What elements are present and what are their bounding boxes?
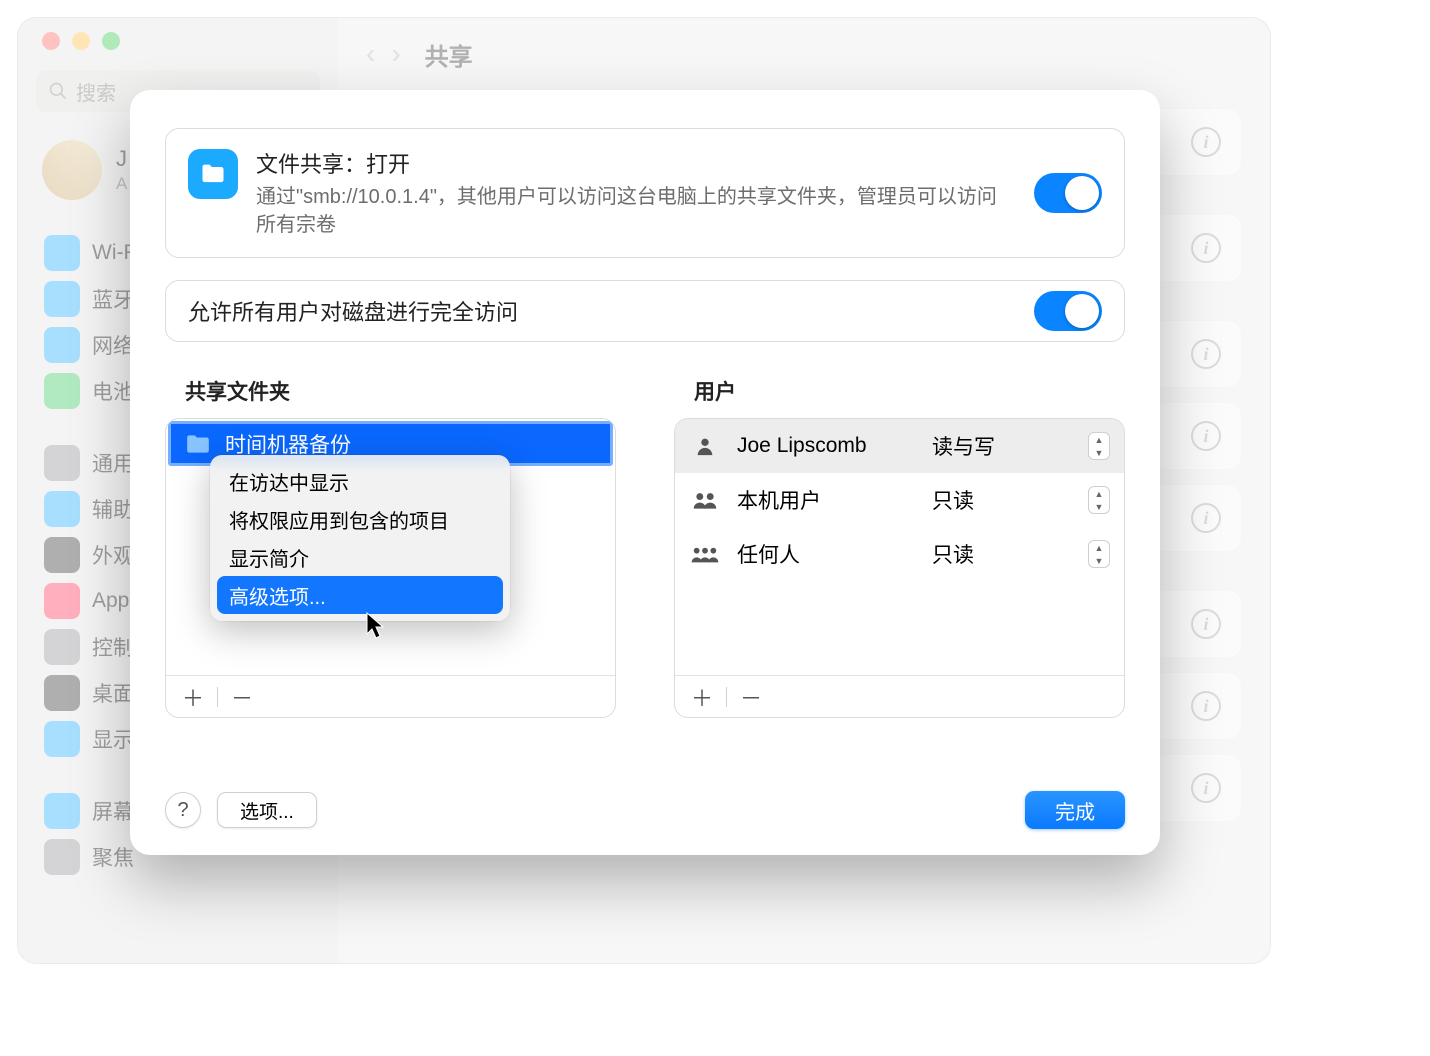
shared-folders-toolbar: ＋ －	[166, 675, 615, 717]
user-permission: 只读	[932, 539, 1072, 569]
remove-user-button[interactable]: －	[734, 682, 768, 712]
folder-share-icon	[188, 149, 238, 199]
user-icon	[689, 490, 721, 510]
user-row[interactable]: Joe Lipscomb 读与写 ▲▼	[675, 419, 1124, 473]
users-label: 用户	[694, 376, 1125, 406]
user-name: 任何人	[737, 539, 916, 569]
shared-folders-label: 共享文件夹	[185, 376, 616, 406]
help-button[interactable]: ?	[165, 792, 201, 828]
context-menu-item[interactable]: 将权限应用到包含的项目	[217, 500, 503, 538]
file-sharing-card: 文件共享：打开 通过"smb://10.0.1.4"，其他用户可以访问这台电脑上…	[165, 128, 1125, 258]
context-menu-item[interactable]: 在访达中显示	[217, 462, 503, 500]
context-menu: 在访达中显示将权限应用到包含的项目显示简介高级选项...	[210, 455, 510, 621]
file-sharing-title: 文件共享：打开	[256, 147, 1016, 179]
user-row[interactable]: 本机用户只读 ▲▼	[675, 473, 1124, 527]
file-sharing-toggle[interactable]	[1034, 173, 1102, 213]
user-name: Joe Lipscomb	[737, 434, 916, 458]
user-row[interactable]: 任何人只读 ▲▼	[675, 527, 1124, 581]
permission-stepper[interactable]: ▲▼	[1088, 432, 1110, 460]
remove-folder-button[interactable]: －	[225, 682, 259, 712]
users-list[interactable]: Joe Lipscomb 读与写 ▲▼ 本机用户只读 ▲▼ 任何人只读 ▲▼ ＋ －	[674, 418, 1125, 718]
file-sharing-desc: 通过"smb://10.0.1.4"，其他用户可以访问这台电脑上的共享文件夹，管…	[256, 183, 1016, 239]
permission-stepper[interactable]: ▲▼	[1088, 486, 1110, 514]
full-access-toggle[interactable]	[1034, 291, 1102, 331]
user-permission: 读与写	[932, 431, 1072, 461]
folder-icon	[185, 433, 211, 455]
permission-stepper[interactable]: ▲▼	[1088, 540, 1110, 568]
users-toolbar: ＋ －	[675, 675, 1124, 717]
full-access-card: 允许所有用户对磁盘进行完全访问	[165, 280, 1125, 342]
user-permission: 只读	[932, 485, 1072, 515]
options-button[interactable]: 选项...	[217, 792, 317, 828]
user-icon	[689, 435, 721, 457]
context-menu-item[interactable]: 高级选项...	[217, 576, 503, 614]
shared-folder-name: 时间机器备份	[225, 429, 351, 459]
full-access-label: 允许所有用户对磁盘进行完全访问	[188, 295, 518, 327]
user-icon	[689, 544, 721, 564]
add-folder-button[interactable]: ＋	[176, 682, 210, 712]
done-button[interactable]: 完成	[1025, 791, 1125, 829]
context-menu-item[interactable]: 显示简介	[217, 538, 503, 576]
add-user-button[interactable]: ＋	[685, 682, 719, 712]
user-name: 本机用户	[737, 485, 916, 515]
